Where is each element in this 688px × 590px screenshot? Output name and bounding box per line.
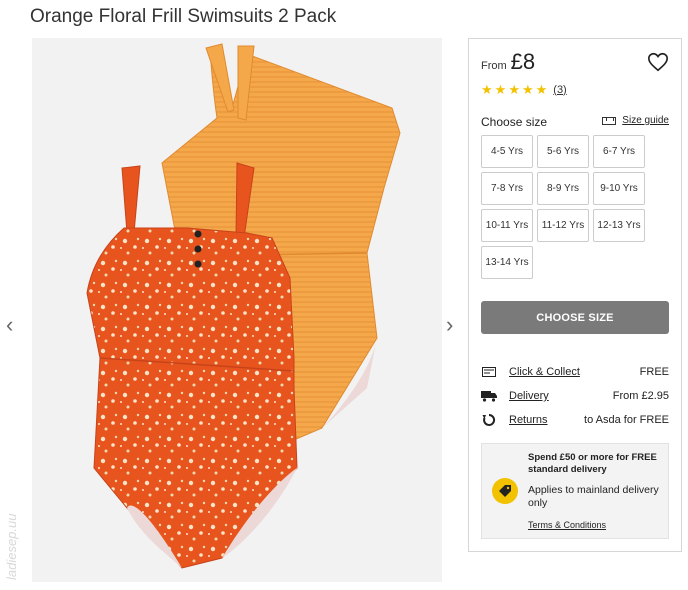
ruler-icon [602,116,617,125]
swimsuit-illustration [86,43,401,569]
size-options: 4-5 Yrs 5-6 Yrs 6-7 Yrs 7-8 Yrs 8-9 Yrs … [481,135,645,279]
size-option-6-7[interactable]: 6-7 Yrs [593,135,645,168]
size-guide-link[interactable]: Size guide [602,115,669,126]
heart-icon[interactable] [647,51,669,73]
product-image[interactable] [32,38,442,582]
watermark: ladiesep.uu [4,513,19,581]
star-icon: ★ [481,82,493,97]
size-option-5-6[interactable]: 5-6 Yrs [537,135,589,168]
free-delivery-promo: Spend £50 or more for FREE standard deli… [481,443,669,539]
rating-stars: ★ ★ ★ ★ ★ (3) [481,83,567,96]
previous-image-chevron-icon[interactable]: ‹ [6,312,13,338]
size-option-11-12[interactable]: 11-12 Yrs [537,209,589,242]
tag-icon [492,478,518,504]
click-collect-price: FREE [639,366,669,378]
size-option-7-8[interactable]: 7-8 Yrs [481,172,533,205]
size-option-10-11[interactable]: 10-11 Yrs [481,209,533,242]
choose-size-label: Choose size [481,115,548,129]
truck-icon [481,389,497,403]
size-option-12-13[interactable]: 12-13 Yrs [593,209,645,242]
click-collect-row: Click & Collect FREE [481,365,669,379]
return-icon [481,413,497,427]
size-guide-label: Size guide [622,115,669,126]
returns-info: to Asda for FREE [584,414,669,426]
size-option-8-9[interactable]: 8-9 Yrs [537,172,589,205]
returns-link[interactable]: Returns [509,414,584,426]
next-image-chevron-icon[interactable]: › [446,312,453,338]
product-title: Orange Floral Frill Swimsuits 2 Pack [30,6,337,27]
size-option-13-14[interactable]: 13-14 Yrs [481,246,533,279]
star-icon: ★ [494,82,507,97]
size-option-4-5[interactable]: 4-5 Yrs [481,135,533,168]
store-icon [481,365,497,379]
review-count-link[interactable]: (3) [553,84,566,96]
price-value: £8 [510,49,536,74]
star-icon: ★ [535,82,548,97]
price-from-label: From [481,60,507,72]
delivery-link[interactable]: Delivery [509,390,613,402]
returns-row: Returns to Asda for FREE [481,413,669,427]
delivery-row: Delivery From £2.95 [481,389,669,403]
promo-headline: Spend £50 or more for FREE standard deli… [528,452,657,475]
star-icon: ★ [508,82,520,97]
promo-subtext: Applies to mainland delivery only [528,484,659,509]
star-icon: ★ [521,82,534,97]
terms-conditions-link[interactable]: Terms & Conditions [528,520,606,530]
choose-size-button[interactable]: CHOOSE SIZE [481,301,669,334]
delivery-price: From £2.95 [612,390,669,402]
purchase-panel: From £8 ★ ★ ★ ★ ★ (3) Choose size Size g… [468,38,682,552]
price-block: From £8 [481,49,535,75]
click-collect-link[interactable]: Click & Collect [509,366,640,378]
size-option-9-10[interactable]: 9-10 Yrs [593,172,645,205]
